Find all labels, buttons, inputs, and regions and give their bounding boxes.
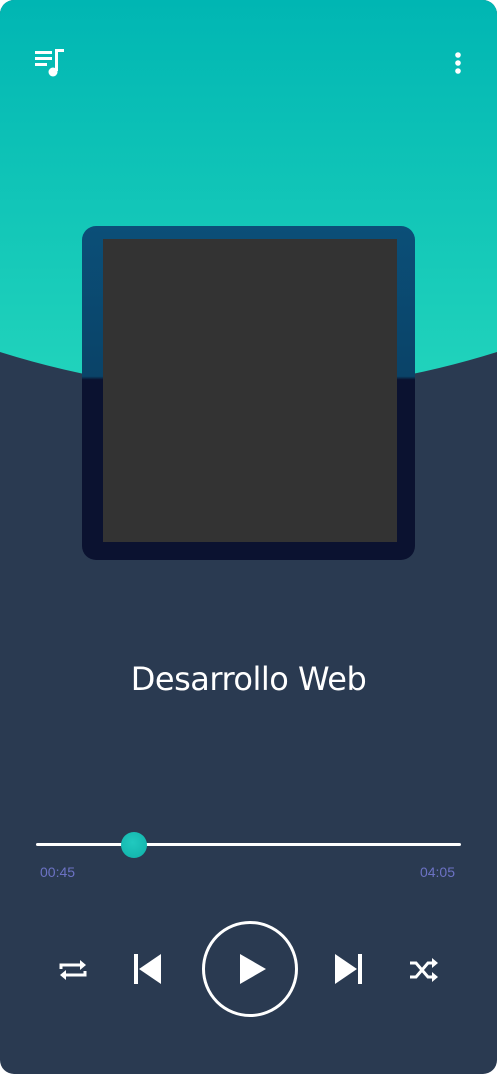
- play-button[interactable]: [202, 921, 298, 1017]
- playlist-music-icon: [35, 49, 64, 77]
- elapsed-time: 00:45: [40, 864, 76, 880]
- shuffle-icon: [410, 958, 438, 982]
- progress-track[interactable]: [36, 843, 461, 846]
- skip-next-icon: [335, 954, 362, 984]
- next-button[interactable]: [330, 950, 368, 988]
- skip-previous-icon: [134, 954, 161, 984]
- more-vertical-icon: [455, 52, 461, 74]
- total-time: 04:05: [419, 864, 455, 880]
- music-player: Desarrollo Web 00:45 04:05: [0, 0, 497, 1074]
- more-options-button[interactable]: [446, 48, 470, 78]
- album-art-frame: [82, 226, 415, 560]
- track-title: Desarrollo Web: [130, 660, 367, 698]
- play-icon: [240, 954, 266, 984]
- album-art: [103, 239, 397, 542]
- progress-knob[interactable]: [120, 832, 147, 858]
- repeat-button[interactable]: [55, 955, 91, 985]
- previous-button[interactable]: [128, 950, 166, 988]
- shuffle-button[interactable]: [406, 955, 442, 985]
- playlist-button[interactable]: [32, 46, 68, 80]
- repeat-icon: [59, 960, 87, 980]
